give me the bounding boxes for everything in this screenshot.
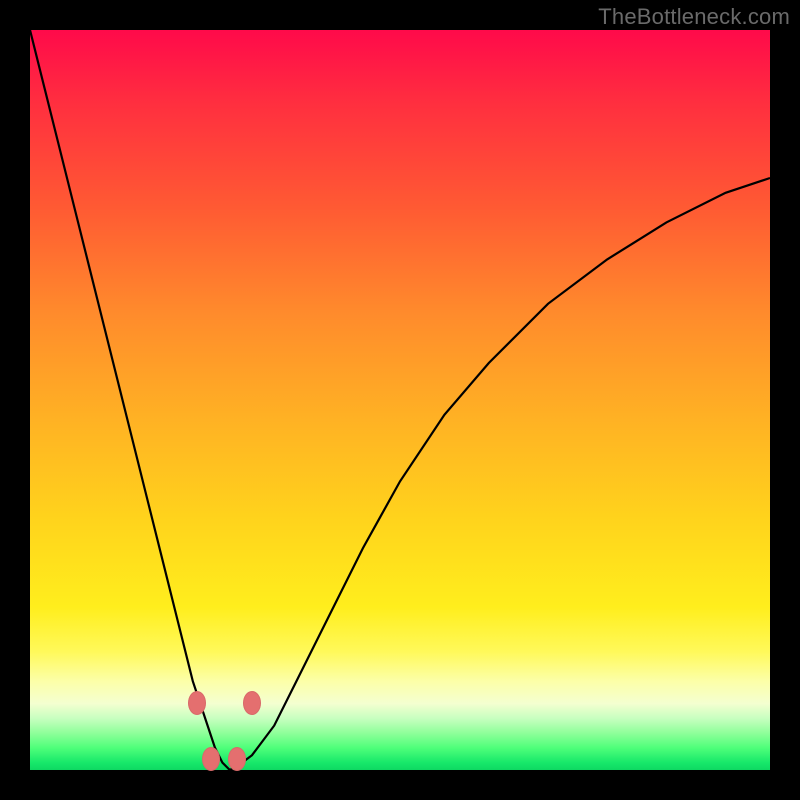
marker-m3: [228, 747, 246, 771]
marker-m1: [188, 691, 206, 715]
marker-m4: [243, 691, 261, 715]
plot-area: [30, 30, 770, 770]
watermark-text: TheBottleneck.com: [598, 4, 790, 30]
chart-frame: TheBottleneck.com: [0, 0, 800, 800]
marker-m2: [202, 747, 220, 771]
markers-layer: [30, 30, 770, 770]
